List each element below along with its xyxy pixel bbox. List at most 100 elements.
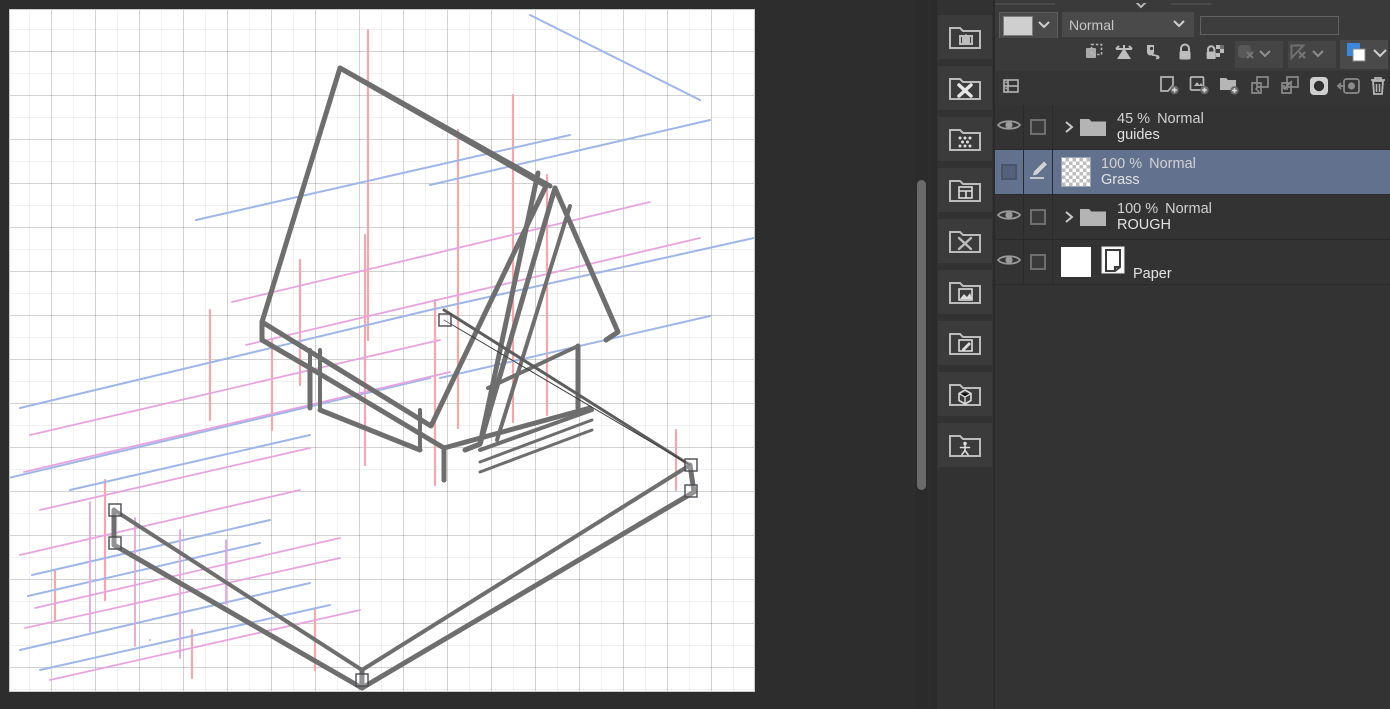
opacity-slider[interactable]: [1200, 16, 1339, 35]
folder-dots-icon: [948, 125, 982, 153]
layer-lock-toggle[interactable]: [1024, 240, 1053, 284]
paper-sheet-icon: [1099, 245, 1127, 280]
layer-row-rough[interactable]: 100 % Normal ROUGH: [995, 195, 1390, 240]
layer-body[interactable]: 45 % Normal guides: [1053, 105, 1390, 149]
layer-visibility-toggle[interactable]: [995, 195, 1024, 239]
layer-edit-indicator[interactable]: [1024, 150, 1053, 194]
tab-folder-image[interactable]: [938, 270, 992, 314]
layer-properties-icon: [1001, 76, 1021, 101]
layer-opacity: 100 %: [1101, 155, 1143, 172]
layer-row-guides[interactable]: 45 % Normal guides: [995, 105, 1390, 150]
guide-lines-magenta: [19, 201, 701, 681]
layer-list[interactable]: 45 % Normal guides 100 % Normal Grass 10…: [995, 105, 1390, 709]
blend-mode-value: Normal: [1069, 16, 1115, 33]
layer-body[interactable]: Paper: [1053, 240, 1390, 284]
layer-action-row: [995, 71, 1390, 106]
eye-icon: [996, 207, 1022, 228]
layer-move-icon: [1336, 75, 1362, 102]
duplicate-layer-button[interactable]: [1246, 75, 1274, 101]
alpha-inheritance-icon: [1144, 42, 1166, 67]
folder-layout-icon: [948, 176, 982, 204]
pencil-icon: [1026, 159, 1050, 186]
merge-layer-down-button[interactable]: [1276, 75, 1304, 101]
layer-opacity: 100 %: [1117, 200, 1159, 217]
layer-blend: Normal: [1165, 200, 1212, 217]
add-clone-layer-button[interactable]: [1186, 75, 1214, 101]
add-paint-layer-button[interactable]: [1156, 75, 1184, 101]
folder-x-icon: [948, 74, 982, 102]
house-sketch: [10, 14, 754, 691]
checkbox-empty-icon: [1030, 209, 1046, 225]
checkbox-empty-icon: [1030, 119, 1046, 135]
guide-lines-red: [53, 28, 678, 680]
tab-folder-layout[interactable]: [938, 168, 992, 212]
tab-folder-dots[interactable]: [938, 117, 992, 161]
filter-off-icon: [1288, 42, 1310, 67]
folder-home-icon: [948, 23, 982, 51]
layer-visibility-toggle[interactable]: [995, 105, 1024, 149]
tab-folder-cross[interactable]: [938, 219, 992, 263]
checkbox-empty-icon: [1030, 254, 1046, 270]
tab-folder-edit[interactable]: [938, 321, 992, 365]
delete-layer-icon: [1367, 75, 1389, 102]
layer-labels: 100 % Normal Grass: [1101, 156, 1196, 188]
layer-lock-toggle[interactable]: [1024, 105, 1053, 149]
color-label-selector[interactable]: [999, 12, 1058, 39]
chevron-down-icon: [1036, 17, 1052, 35]
chevron-down-icon: [1257, 46, 1273, 64]
alpha-lock-button[interactable]: [1201, 41, 1228, 68]
foreground-background-color-button[interactable]: [1340, 40, 1388, 69]
layer-meta: 100 % Normal: [1117, 201, 1212, 217]
canvas-area[interactable]: [0, 0, 931, 709]
layer-row-paper[interactable]: Paper: [995, 240, 1390, 285]
lock-button[interactable]: [1171, 41, 1198, 68]
layer-row-grass[interactable]: 100 % Normal Grass: [995, 150, 1390, 195]
inherit-alpha-button[interactable]: [1110, 41, 1137, 68]
layer-body[interactable]: 100 % Normal ROUGH: [1053, 195, 1390, 239]
duplicate-layer-icon: [1248, 75, 1272, 102]
sketch-ink: [111, 65, 697, 691]
layer-meta: 45 % Normal: [1117, 111, 1204, 127]
filter-dropdown[interactable]: [1288, 41, 1336, 68]
tab-folder-cube[interactable]: [938, 372, 992, 416]
folder-cube-icon: [948, 380, 982, 408]
delete-layer-button[interactable]: [1364, 75, 1390, 101]
tab-folder-home[interactable]: [938, 15, 992, 59]
krita-window: Normal 45 % Normal guides 100 % Normal G…: [0, 0, 1390, 709]
docker-tab-strip[interactable]: [937, 0, 993, 709]
layer-mask-icon: [1307, 75, 1331, 102]
layer-blend: Normal: [1157, 110, 1204, 127]
folder-icon: [1079, 206, 1107, 228]
layer-properties-button[interactable]: [997, 75, 1025, 101]
layer-visibility-toggle[interactable]: [995, 240, 1024, 284]
inherit-alpha-icon: [1113, 42, 1135, 67]
duplicate-selection-button[interactable]: [1080, 41, 1107, 68]
tab-folder-person[interactable]: [938, 423, 992, 467]
selection-handles: [108, 313, 698, 687]
chevron-right-icon[interactable]: [1061, 209, 1077, 225]
layer-mask-button[interactable]: [1305, 75, 1333, 101]
blend-mode-row: Normal: [995, 10, 1390, 39]
guide-lines-blue: [10, 14, 754, 671]
merge-layer-down-icon: [1278, 75, 1302, 102]
checkerboard-thumbnail: [1061, 157, 1091, 187]
chevron-right-icon[interactable]: [1061, 119, 1077, 135]
add-group-layer-button[interactable]: [1216, 75, 1244, 101]
canvas-scrollbar-thumb[interactable]: [917, 180, 926, 490]
color-label-swatch: [1003, 15, 1033, 36]
blend-mode-dropdown[interactable]: Normal: [1062, 12, 1194, 37]
layer-visibility-toggle[interactable]: [995, 150, 1024, 194]
layer-lock-toggle[interactable]: [1024, 195, 1053, 239]
onionskin-dropdown[interactable]: [1235, 41, 1283, 68]
layer-labels: 45 % Normal guides: [1117, 111, 1204, 143]
layer-move-button[interactable]: [1335, 75, 1363, 101]
duplicate-selection-icon: [1084, 42, 1104, 67]
drawing-canvas[interactable]: [10, 10, 754, 691]
chevron-down-icon: [1371, 46, 1389, 64]
layer-body[interactable]: 100 % Normal Grass: [1053, 150, 1390, 194]
eye-icon: [996, 117, 1022, 138]
tab-folder-x[interactable]: [938, 66, 992, 110]
canvas-vertical-scrollbar[interactable]: [915, 0, 928, 709]
layer-labels: 100 % Normal ROUGH: [1117, 201, 1212, 233]
alpha-inheritance-button[interactable]: [1141, 41, 1168, 68]
